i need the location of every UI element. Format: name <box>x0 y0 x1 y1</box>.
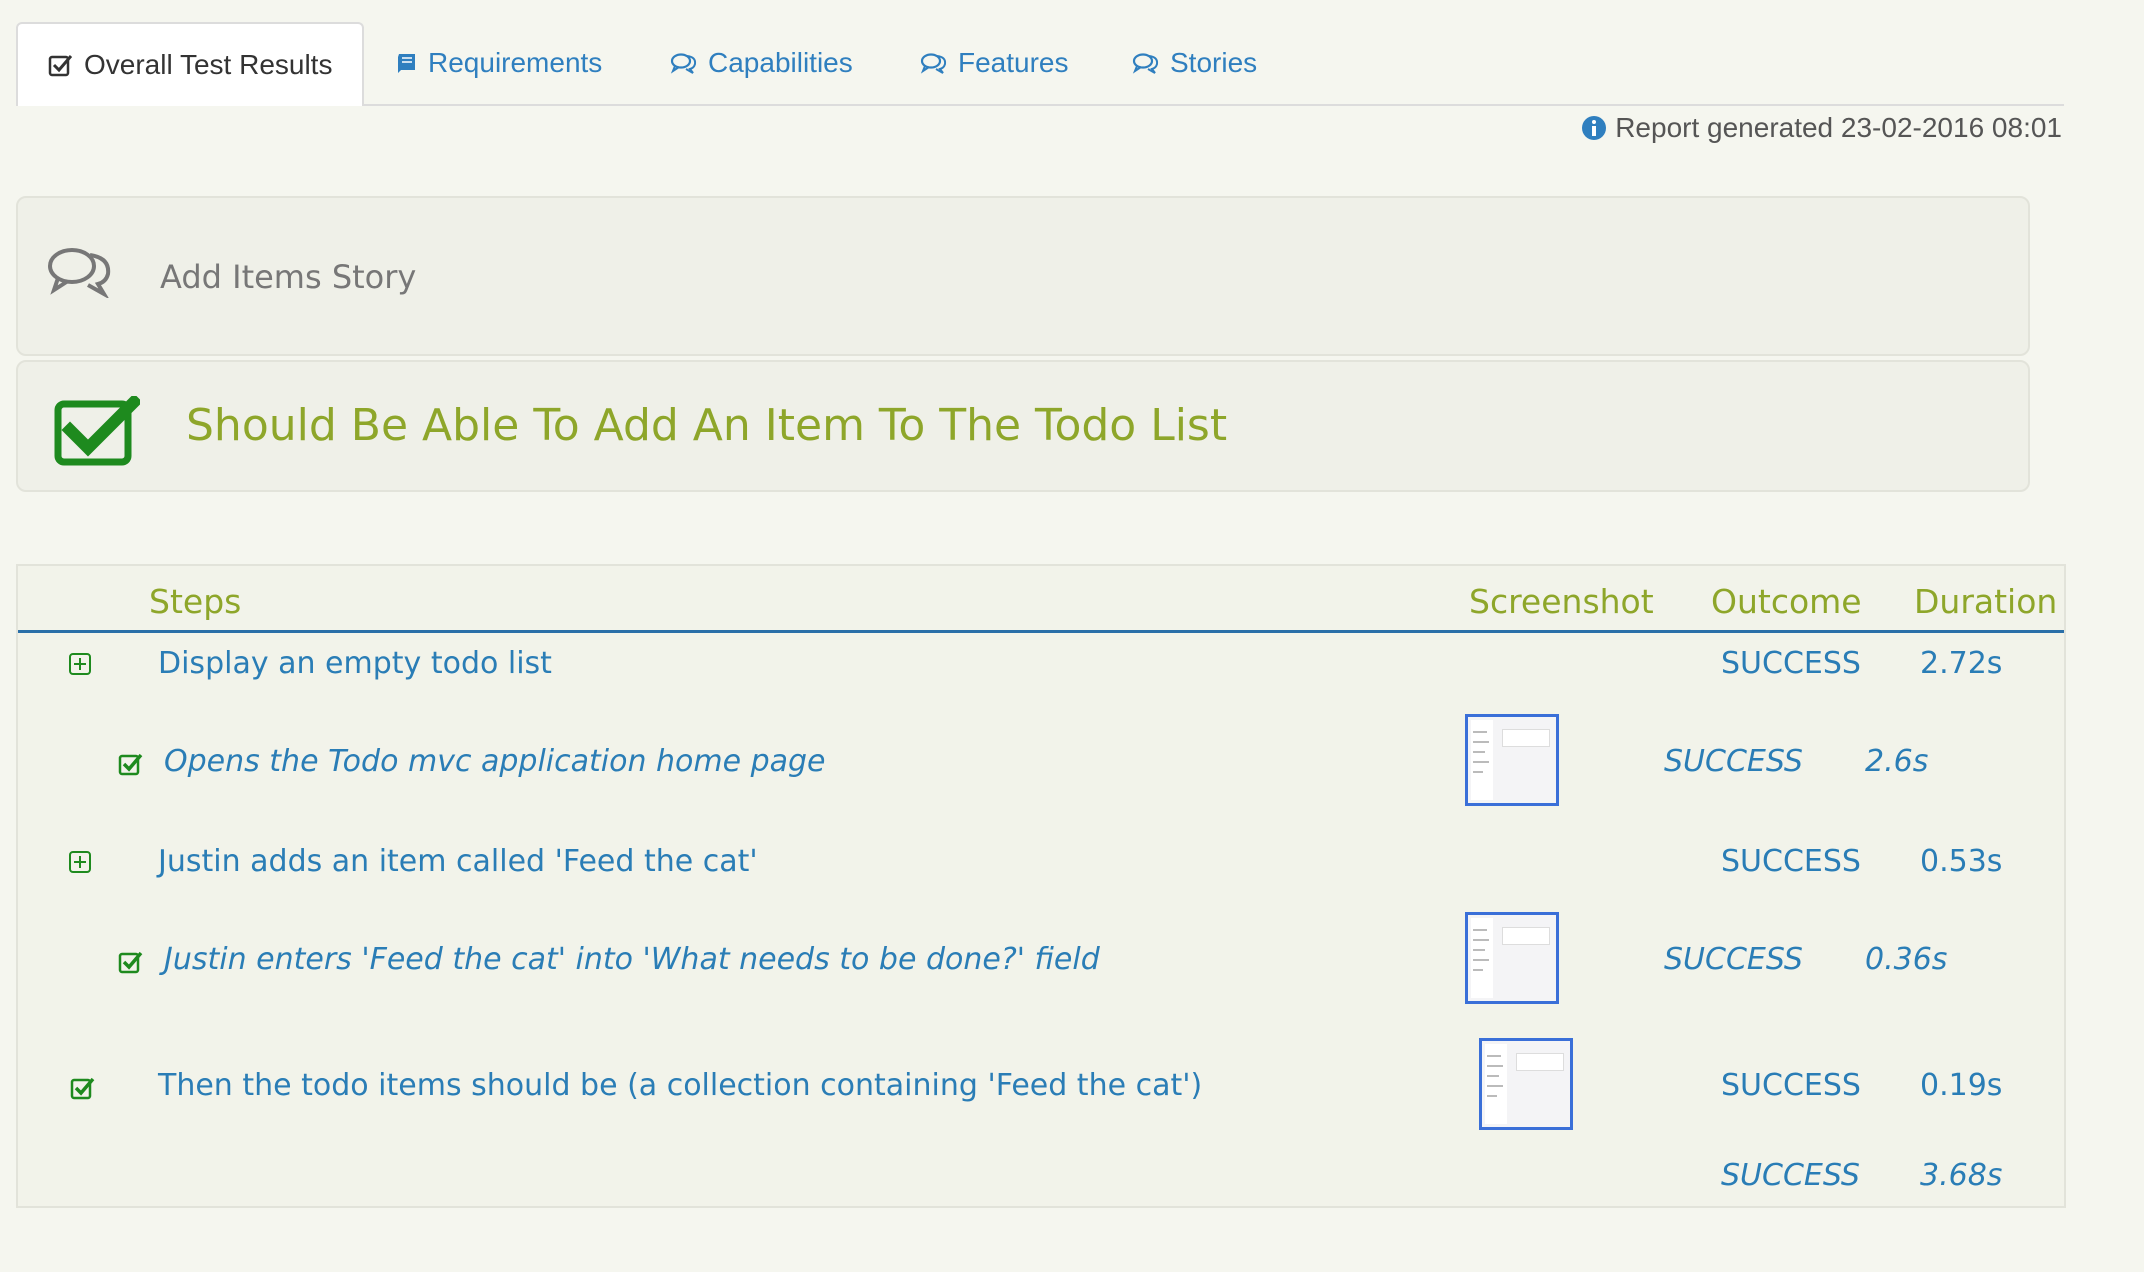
info-icon <box>1582 116 1607 140</box>
tab-overall-test-results[interactable]: Overall Test Results <box>16 22 365 106</box>
step-outcome: SUCCESS <box>1721 646 1861 681</box>
plus-square-icon[interactable] <box>68 652 92 676</box>
check-square-icon <box>118 753 143 776</box>
screenshot-thumbnail[interactable] <box>1465 714 1559 806</box>
comments-icon <box>920 53 947 74</box>
tab-stories[interactable]: Stories <box>1132 22 1257 104</box>
step-duration: 0.53s <box>1920 844 2003 879</box>
comments-icon <box>48 248 111 298</box>
step-outcome: SUCCESS <box>1721 844 1861 879</box>
tab-label: Overall Test Results <box>84 49 333 80</box>
step-outcome: SUCCESS <box>1721 1068 1861 1103</box>
tab-label: Features <box>958 47 1069 78</box>
step-outcome: SUCCESS <box>1664 744 1803 779</box>
step-description: Justin enters 'Feed the cat' into 'What … <box>164 942 1100 977</box>
total-duration: 3.68s <box>1920 1158 2003 1193</box>
header-steps: Steps <box>149 581 242 621</box>
header-divider <box>18 630 2064 633</box>
step-outcome: SUCCESS <box>1664 942 1803 977</box>
header-outcome: Outcome <box>1711 581 1862 621</box>
tab-capabilities[interactable]: Capabilities <box>670 22 853 104</box>
steps-table: Steps Screenshot Outcome Duration Displa… <box>16 564 2066 1208</box>
tab-requirements[interactable]: Requirements <box>394 22 602 104</box>
check-square-icon <box>70 1077 95 1100</box>
step-description: Justin adds an item called 'Feed the cat… <box>158 844 758 879</box>
total-outcome: SUCCESS <box>1721 1158 1860 1193</box>
story-title: Add Items Story <box>160 258 417 296</box>
step-duration: 2.6s <box>1865 744 1929 779</box>
report-generated: Report generated 23-02-2016 08:01 <box>1581 110 2062 146</box>
tab-label: Requirements <box>428 47 603 78</box>
check-square-icon <box>54 396 140 466</box>
scenario-panel: Should Be Able To Add An Item To The Tod… <box>16 360 2030 492</box>
comments-icon <box>670 53 697 74</box>
step-duration: 2.72s <box>1920 646 2003 681</box>
book-icon <box>398 54 415 73</box>
tab-label: Stories <box>1170 47 1258 78</box>
header-screenshot: Screenshot <box>1469 581 1654 621</box>
tab-label: Capabilities <box>708 47 853 78</box>
report-generated-text: Report generated 23-02-2016 08:01 <box>1615 112 2062 143</box>
scenario-title: Should Be Able To Add An Item To The Tod… <box>186 400 1228 451</box>
check-square-icon <box>48 55 73 77</box>
story-panel: Add Items Story <box>16 196 2030 356</box>
tab-bar: Overall Test Results Requirements Capabi… <box>16 22 2064 106</box>
step-duration: 0.36s <box>1865 942 1948 977</box>
comments-icon <box>1132 53 1159 74</box>
step-description: Opens the Todo mvc application home page <box>164 744 826 779</box>
step-duration: 0.19s <box>1920 1068 2003 1103</box>
screenshot-thumbnail[interactable] <box>1479 1038 1573 1130</box>
check-square-icon <box>118 951 143 974</box>
header-duration: Duration <box>1914 581 2058 621</box>
tab-features[interactable]: Features <box>920 22 1069 104</box>
step-description: Then the todo items should be (a collect… <box>158 1068 1203 1103</box>
screenshot-thumbnail[interactable] <box>1465 912 1559 1004</box>
step-description: Display an empty todo list <box>158 646 552 681</box>
plus-square-icon[interactable] <box>68 850 92 874</box>
